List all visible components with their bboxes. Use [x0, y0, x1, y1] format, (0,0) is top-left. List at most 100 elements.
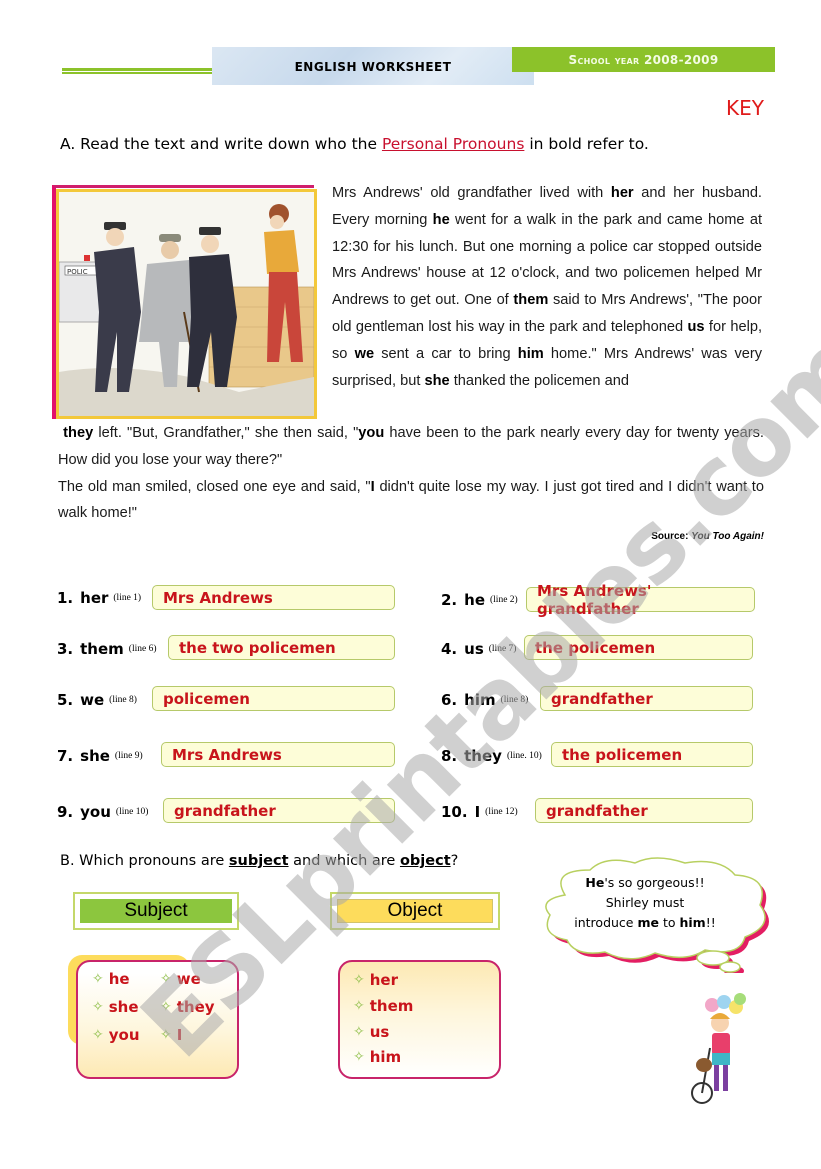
story-text-span: The old man smiled, closed one eye and s… — [58, 478, 371, 495]
question-6: 6. him (line 8) — [441, 687, 538, 713]
pronoun-bold: her — [610, 185, 634, 201]
thought-bubble-text: He's so gorgeous!! Shirley must introduc… — [560, 873, 730, 933]
sparkle-bullet-icon: ✧ — [92, 999, 104, 1015]
question-8: 8. they (line. 10) — [441, 743, 552, 769]
subject-pronoun-item: ✧ they — [160, 998, 215, 1016]
question-line-ref: (line. 10) — [506, 751, 542, 761]
object-pronoun-item: ✧ us — [353, 1023, 389, 1041]
bubble-line: Shirley must — [605, 895, 685, 910]
answer-field-2[interactable]: Mrs Andrews' grandfather — [526, 582, 755, 618]
key-label: KEY — [726, 96, 764, 120]
question-2: 2. he (line 2) — [441, 587, 528, 613]
story-text-span: sent a car to bring — [374, 345, 518, 362]
question-line-ref: (line 8) — [109, 695, 137, 705]
pronoun-bold: him — [517, 345, 544, 362]
bubble-text-span: 's so gorgeous!! — [604, 875, 705, 890]
school-year-banner: School year 2008-2009 — [512, 47, 775, 72]
story-text-span: thanked the policemen and — [449, 372, 629, 389]
source-title: You Too Again! — [691, 531, 764, 542]
subject-pronoun-item: ✧ he — [92, 970, 130, 988]
pronoun-text: us — [369, 1023, 390, 1041]
object-label: Object — [337, 899, 493, 923]
worksheet-title: ENGLISH WORKSHEET — [212, 47, 534, 85]
question-line-ref: (line 8) — [500, 695, 529, 705]
story-text-span: left. "But, Grandfather," she then said,… — [93, 425, 359, 441]
subject-pronoun-item: ✧ I — [160, 1026, 182, 1044]
question-number: 7. — [57, 747, 74, 765]
bubble-text-span: to — [658, 915, 680, 930]
answer-field-3[interactable]: the two policemen — [168, 635, 395, 660]
question-pronoun: he — [464, 591, 485, 609]
question-pronoun: they — [464, 747, 502, 765]
question-5: 5. we (line 8) — [57, 687, 147, 713]
pronoun-bold: they — [63, 425, 94, 441]
subject-pronoun-item: ✧ we — [160, 970, 201, 988]
object-pronoun-item: ✧ him — [353, 1048, 401, 1066]
question-pronoun: I — [474, 803, 481, 821]
question-3: 3. them (line 6) — [57, 636, 167, 662]
bubble-text-span: !! — [705, 915, 716, 930]
answer-field-7[interactable]: Mrs Andrews — [161, 742, 395, 767]
pronoun-text: him — [369, 1048, 402, 1066]
object-pronoun-item: ✧ her — [353, 971, 398, 989]
question-pronoun: she — [80, 747, 110, 765]
question-number: 4. — [441, 640, 458, 658]
pronoun-text: we — [176, 970, 201, 988]
question-pronoun: we — [80, 691, 105, 709]
bubble-text-span: introduce — [574, 915, 638, 930]
pronoun-bold: us — [687, 318, 705, 335]
question-pronoun: us — [464, 640, 484, 658]
pronoun-bold: you — [358, 425, 385, 441]
answer-field-8[interactable]: the policemen — [551, 742, 753, 767]
pronoun-bold: he — [432, 211, 450, 228]
story-text-span: Mrs Andrews' old grandfather lived with — [332, 185, 611, 201]
sparkle-bullet-icon: ✧ — [92, 971, 104, 987]
subject-pronoun-item: ✧ she — [92, 998, 139, 1016]
answer-field-10[interactable]: grandfather — [535, 798, 753, 823]
pronoun-text: I — [176, 1026, 183, 1044]
question-number: 8. — [441, 747, 458, 765]
pronoun-text: her — [369, 971, 398, 989]
question-line-ref: (line 7) — [488, 644, 517, 654]
instruction-prefix: A. Read the text and write down who the — [60, 135, 382, 153]
question-line-ref: (line 2) — [490, 595, 518, 605]
story-text-continued: they left. "But, Grandfather," she then … — [58, 420, 764, 527]
sparkle-bullet-icon: ✧ — [160, 1027, 172, 1043]
question-number: 9. — [57, 803, 74, 821]
question-line-ref: (line 10) — [115, 807, 149, 817]
story-text: Mrs Andrews' old grandfather lived with … — [332, 180, 762, 394]
instruction-middle: and which are — [288, 853, 400, 869]
question-line-ref: (line 6) — [128, 644, 157, 654]
question-pronoun: him — [464, 691, 496, 709]
object-label-box: Object — [330, 892, 500, 930]
question-line-ref: (line 9) — [114, 751, 143, 761]
answer-field-6[interactable]: grandfather — [540, 686, 753, 711]
header-rule — [62, 68, 214, 74]
sparkle-bullet-icon: ✧ — [160, 971, 172, 987]
girl-with-balloons-image — [691, 993, 746, 1104]
bubble-bold: him — [679, 915, 706, 930]
question-9: 9. you (line 10) — [57, 799, 158, 825]
question-1: 1. her (line 1) — [57, 585, 151, 611]
bubble-line: introduce me to him!! — [560, 913, 730, 933]
answer-field-4[interactable]: the policemen — [524, 635, 753, 660]
question-pronoun: you — [80, 803, 111, 821]
sparkle-bullet-icon: ✧ — [353, 1049, 365, 1065]
instruction-highlight: Personal Pronouns — [381, 135, 525, 153]
pronoun-text: you — [108, 1026, 140, 1044]
answer-field-1[interactable]: Mrs Andrews — [152, 585, 395, 610]
object-word: object — [399, 853, 451, 869]
question-line-ref: (line 1) — [113, 593, 142, 603]
answer-field-9[interactable]: grandfather — [163, 798, 395, 823]
pronoun-bold: them — [513, 292, 549, 309]
answer-field-5[interactable]: policemen — [152, 686, 395, 711]
bubble-bold: He — [585, 875, 605, 890]
pronoun-text: she — [108, 998, 139, 1016]
pronoun-text: they — [176, 998, 215, 1016]
instruction-suffix: in bold refer to. — [524, 135, 649, 153]
pronoun-text: he — [108, 970, 130, 988]
bubble-bold: me — [637, 915, 659, 930]
question-7: 7. she (line 9) — [57, 743, 153, 769]
question-4: 4. us (line 7) — [441, 636, 526, 662]
sparkle-bullet-icon: ✧ — [353, 1024, 365, 1040]
